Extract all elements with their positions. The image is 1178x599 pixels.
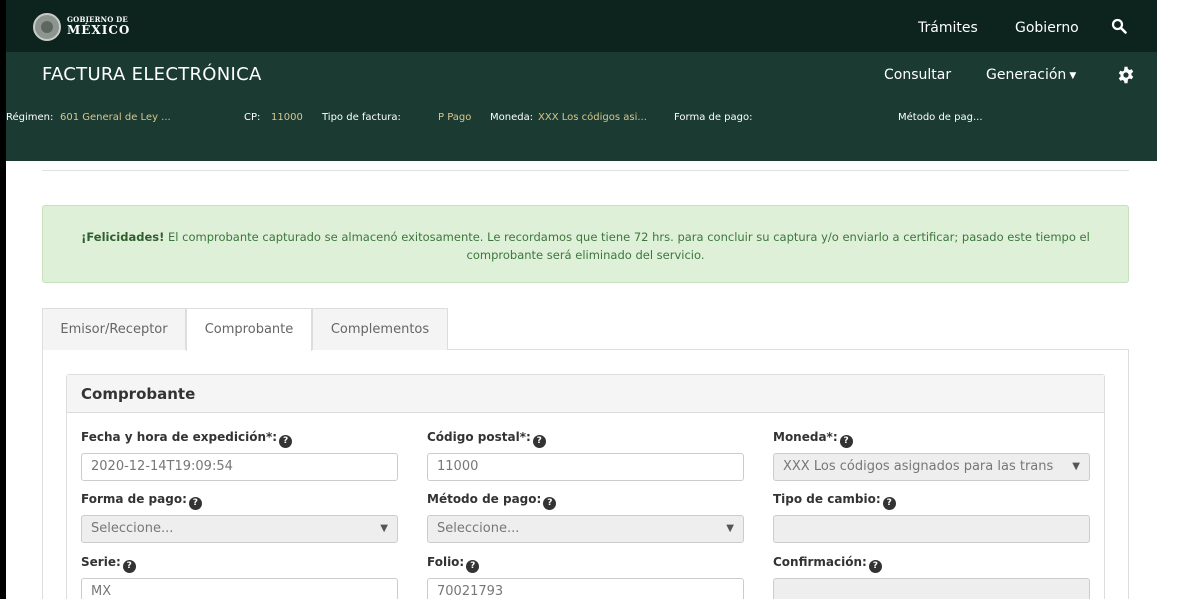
confirmacion-label-text: Confirmación:	[773, 555, 867, 569]
metodo-pago-label: Método de pag...	[898, 112, 983, 123]
tipo-cambio-field-label: Tipo de cambio:?	[773, 492, 896, 510]
gov-top-bar: GOBIERNO DE MÉXICO Trámites Gobierno	[6, 0, 1157, 52]
tramites-link[interactable]: Trámites	[918, 20, 978, 36]
help-icon[interactable]: ?	[543, 497, 557, 510]
cp-field-label: Código postal*:?	[427, 430, 546, 448]
serie-label-text: Serie:	[81, 555, 121, 569]
invoice-info-row: Régimen: 601 General de Ley ... CP: 1100…	[6, 112, 1157, 128]
gov-brand[interactable]: GOBIERNO DE MÉXICO	[67, 16, 130, 36]
comprobante-panel: Comprobante	[66, 374, 1105, 599]
serie-input[interactable]: MX	[81, 578, 398, 599]
fecha-label-text: Fecha y hora de expedición*:	[81, 430, 278, 444]
confirmacion-input[interactable]	[773, 578, 1090, 599]
moneda-label: Moneda:	[490, 112, 534, 123]
metodo-select-value: Seleccione...	[437, 521, 520, 536]
gear-icon[interactable]	[1117, 66, 1135, 84]
forma-label-text: Forma de pago:	[81, 492, 187, 506]
window-border	[0, 0, 6, 599]
forma-pago-select[interactable]: Seleccione... ▼	[81, 515, 398, 543]
help-icon[interactable]: ?	[279, 435, 293, 448]
tipo-factura-value: P Pago	[438, 112, 472, 123]
cp-label-text: Código postal*:	[427, 430, 531, 444]
alert-message: El comprobante capturado se almacenó exi…	[164, 230, 1090, 262]
tab-emisor-receptor[interactable]: Emisor/Receptor	[42, 308, 186, 350]
regimen-value: 601 General de Ley ...	[60, 112, 171, 123]
coat-of-arms-logo[interactable]	[33, 13, 61, 41]
search-icon[interactable]	[1111, 18, 1127, 34]
chevron-down-icon: ▼	[380, 523, 388, 534]
fecha-input[interactable]: 2020-12-14T19:09:54	[81, 453, 398, 481]
tipo-cambio-input[interactable]	[773, 515, 1090, 543]
fecha-label: Fecha y hora de expedición*:?	[81, 430, 293, 448]
folio-input[interactable]: 70021793	[427, 578, 744, 599]
gov-brand-big: MÉXICO	[67, 23, 131, 37]
tipo-factura-label: Tipo de factura:	[322, 112, 401, 123]
codigo-postal-input[interactable]: 11000	[427, 453, 744, 481]
gobierno-link[interactable]: Gobierno	[1015, 20, 1079, 36]
help-icon[interactable]: ?	[122, 560, 136, 573]
metodo-field-label: Método de pago:?	[427, 492, 557, 510]
forma-pago-label: Forma de pago:	[674, 112, 753, 123]
tipo-cambio-label-text: Tipo de cambio:	[773, 492, 881, 506]
chevron-down-icon: ▼	[726, 523, 734, 534]
folio-label-text: Folio:	[427, 555, 465, 569]
panel-title: Comprobante	[67, 375, 1104, 413]
app-header: FACTURA ELECTRÓNICA Consultar Generación…	[6, 52, 1157, 161]
gov-brand-small: GOBIERNO DE	[67, 15, 128, 24]
help-icon[interactable]: ?	[188, 497, 202, 510]
moneda-label-text: Moneda*:	[773, 430, 838, 444]
alert-strong: ¡Felicidades!	[81, 230, 165, 244]
moneda-select[interactable]: XXX Los códigos asignados para las trans…	[773, 453, 1090, 481]
help-icon[interactable]: ?	[532, 435, 546, 448]
moneda-field-label: Moneda*:?	[773, 430, 853, 448]
app-title: FACTURA ELECTRÓNICA	[42, 64, 262, 85]
help-icon[interactable]: ?	[466, 560, 480, 573]
help-icon[interactable]: ?	[839, 435, 853, 448]
chevron-down-icon: ▼	[1072, 461, 1080, 472]
serie-field-label: Serie:?	[81, 555, 136, 573]
tab-comprobante[interactable]: Comprobante	[186, 308, 312, 351]
confirmacion-field-label: Confirmación:?	[773, 555, 882, 573]
tab-complementos[interactable]: Complementos	[312, 308, 448, 350]
nav-consultar[interactable]: Consultar	[884, 67, 951, 83]
page-frame: GOBIERNO DE MÉXICO Trámites Gobierno FAC…	[0, 0, 1178, 599]
moneda-value: XXX Los códigos asi...	[538, 112, 647, 123]
regimen-label: Régimen:	[6, 112, 54, 123]
help-icon[interactable]: ?	[882, 497, 896, 510]
help-icon[interactable]: ?	[868, 560, 882, 573]
metodo-label-text: Método de pago:	[427, 492, 542, 506]
forma-field-label: Forma de pago:?	[81, 492, 202, 510]
cp-label: CP:	[244, 112, 261, 123]
nav-generacion-dropdown[interactable]: Generación ▼	[986, 67, 1076, 83]
cp-value: 11000	[271, 112, 303, 123]
forma-select-value: Seleccione...	[91, 521, 174, 536]
divider	[42, 170, 1129, 171]
nav-generacion-label: Generación	[986, 67, 1067, 83]
moneda-select-value: XXX Los códigos asignados para las trans	[783, 459, 1054, 474]
caret-down-icon: ▼	[1069, 71, 1077, 81]
metodo-pago-select[interactable]: Seleccione... ▼	[427, 515, 744, 543]
success-alert: ¡Felicidades! El comprobante capturado s…	[42, 205, 1129, 283]
folio-field-label: Folio:?	[427, 555, 480, 573]
